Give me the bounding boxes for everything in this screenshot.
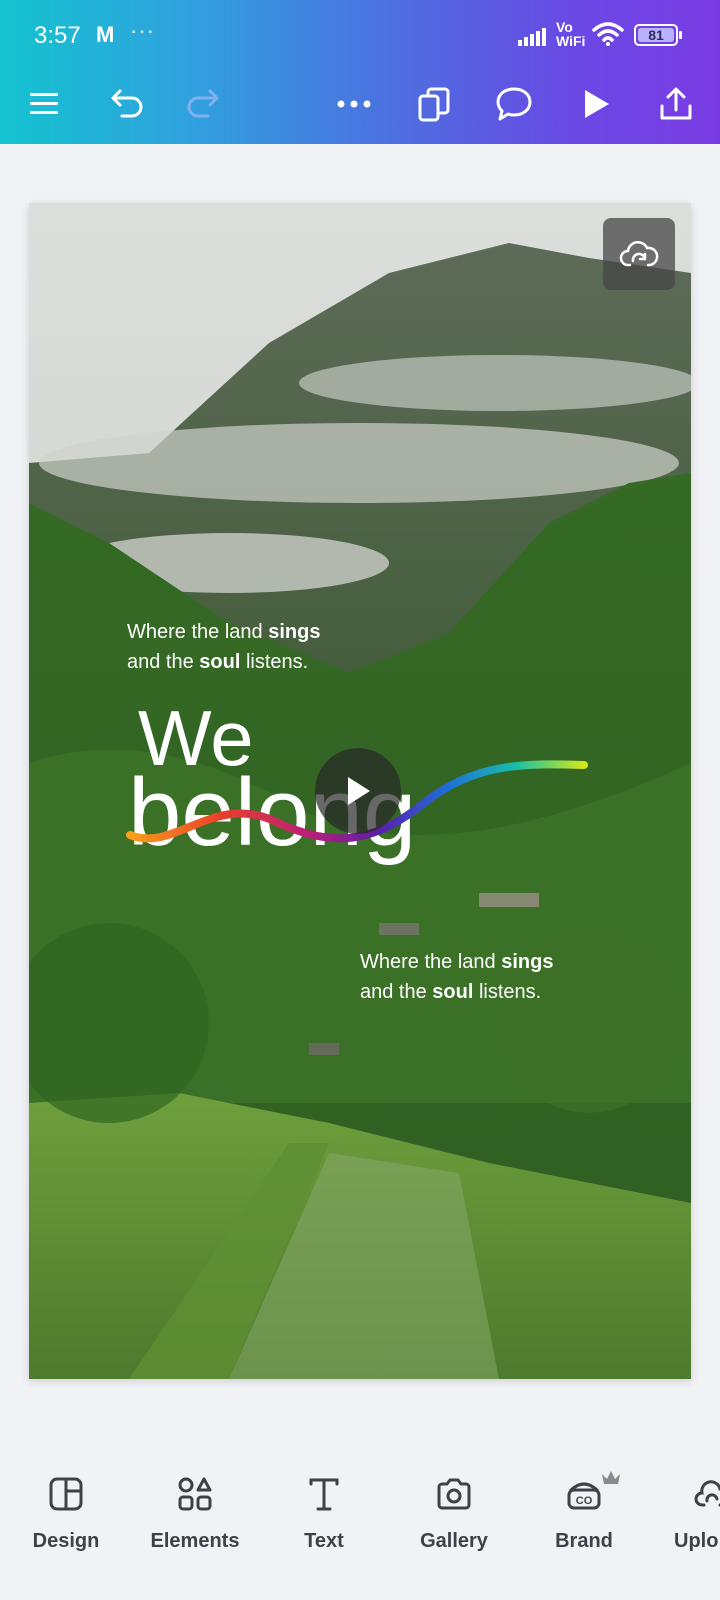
design-icon xyxy=(49,1477,83,1511)
cloud-sync-button[interactable] xyxy=(603,218,675,290)
cloud-sync-icon xyxy=(619,241,659,267)
nav-label: Design xyxy=(32,1530,100,1552)
brand-icon: CO xyxy=(567,1482,601,1510)
nav-item-brand[interactable]: CO Brand xyxy=(524,1472,644,1553)
bottom-nav: Design Elements Text Gallery CO Brand Up… xyxy=(0,1440,720,1600)
wifi-icon xyxy=(592,22,624,46)
tagline-text: listens. xyxy=(473,981,542,1003)
design-canvas[interactable]: Where the land sings and the soul listen… xyxy=(29,203,691,1379)
redo-icon xyxy=(187,89,219,118)
tagline-text: and the xyxy=(360,981,433,1003)
present-button[interactable] xyxy=(574,82,618,126)
text-icon xyxy=(309,1478,339,1511)
upload-icon xyxy=(694,1480,720,1507)
more-icon xyxy=(337,100,371,108)
nav-label: Elements xyxy=(150,1530,240,1552)
vowifi-bottom-label: WiFi xyxy=(556,33,586,49)
editor-toolbar xyxy=(0,70,720,144)
gmail-notification-icon: M xyxy=(96,22,115,47)
tagline-top: Where the land sings and the soul listen… xyxy=(127,617,320,677)
comment-button[interactable] xyxy=(492,82,536,126)
status-time: 3:57 xyxy=(34,22,81,49)
cellular-signal-icon xyxy=(518,28,546,46)
camera-icon xyxy=(437,1478,471,1510)
redo-button[interactable] xyxy=(182,82,226,126)
play-icon xyxy=(585,90,609,118)
elements-icon xyxy=(178,1477,212,1511)
vowifi-top-label: Vo xyxy=(556,19,573,35)
nav-item-gallery[interactable]: Gallery xyxy=(394,1472,514,1553)
tagline-bold: sings xyxy=(501,951,554,973)
top-bar: 3:57 M ··· Vo WiFi 81 xyxy=(0,0,720,144)
pages-button[interactable] xyxy=(412,82,456,126)
undo-icon xyxy=(111,89,143,118)
share-icon xyxy=(660,87,692,120)
video-play-button[interactable] xyxy=(315,748,401,834)
tagline-text: Where the land xyxy=(360,951,502,973)
nav-item-uploads[interactable]: Uplo xyxy=(652,1472,720,1553)
nav-item-elements[interactable]: Elements xyxy=(135,1472,255,1553)
tagline-text: Where the land xyxy=(127,621,269,643)
more-notifications-icon: ··· xyxy=(130,18,155,43)
undo-button[interactable] xyxy=(104,82,148,126)
svg-text:CO: CO xyxy=(576,1495,593,1507)
menu-button[interactable] xyxy=(22,82,66,126)
nav-item-text[interactable]: Text xyxy=(264,1472,384,1553)
menu-icon xyxy=(30,93,58,114)
tagline-bold: sings xyxy=(268,621,321,643)
battery-level: 81 xyxy=(648,27,664,43)
nav-label: Gallery xyxy=(420,1530,488,1552)
nav-label: Uplo xyxy=(674,1530,719,1552)
tagline-bold: soul xyxy=(432,981,474,1003)
vowifi-indicator: Vo WiFi xyxy=(556,20,585,48)
pages-icon xyxy=(418,87,450,122)
battery-indicator: 81 xyxy=(634,24,682,46)
tagline-bottom: Where the land sings and the soul listen… xyxy=(360,947,553,1007)
nav-label: Brand xyxy=(555,1530,613,1552)
share-button[interactable] xyxy=(654,82,698,126)
play-icon xyxy=(348,777,370,805)
tagline-bold: soul xyxy=(199,651,241,673)
status-bar: 3:57 M ··· Vo WiFi 81 xyxy=(0,0,720,70)
nav-label: Text xyxy=(304,1530,344,1552)
comment-icon xyxy=(496,87,532,121)
more-options-button[interactable] xyxy=(332,82,376,126)
tagline-text: and the xyxy=(127,651,200,673)
tagline-text: listens. xyxy=(240,651,309,673)
crown-icon xyxy=(602,1471,620,1484)
nav-item-design[interactable]: Design xyxy=(6,1472,126,1553)
